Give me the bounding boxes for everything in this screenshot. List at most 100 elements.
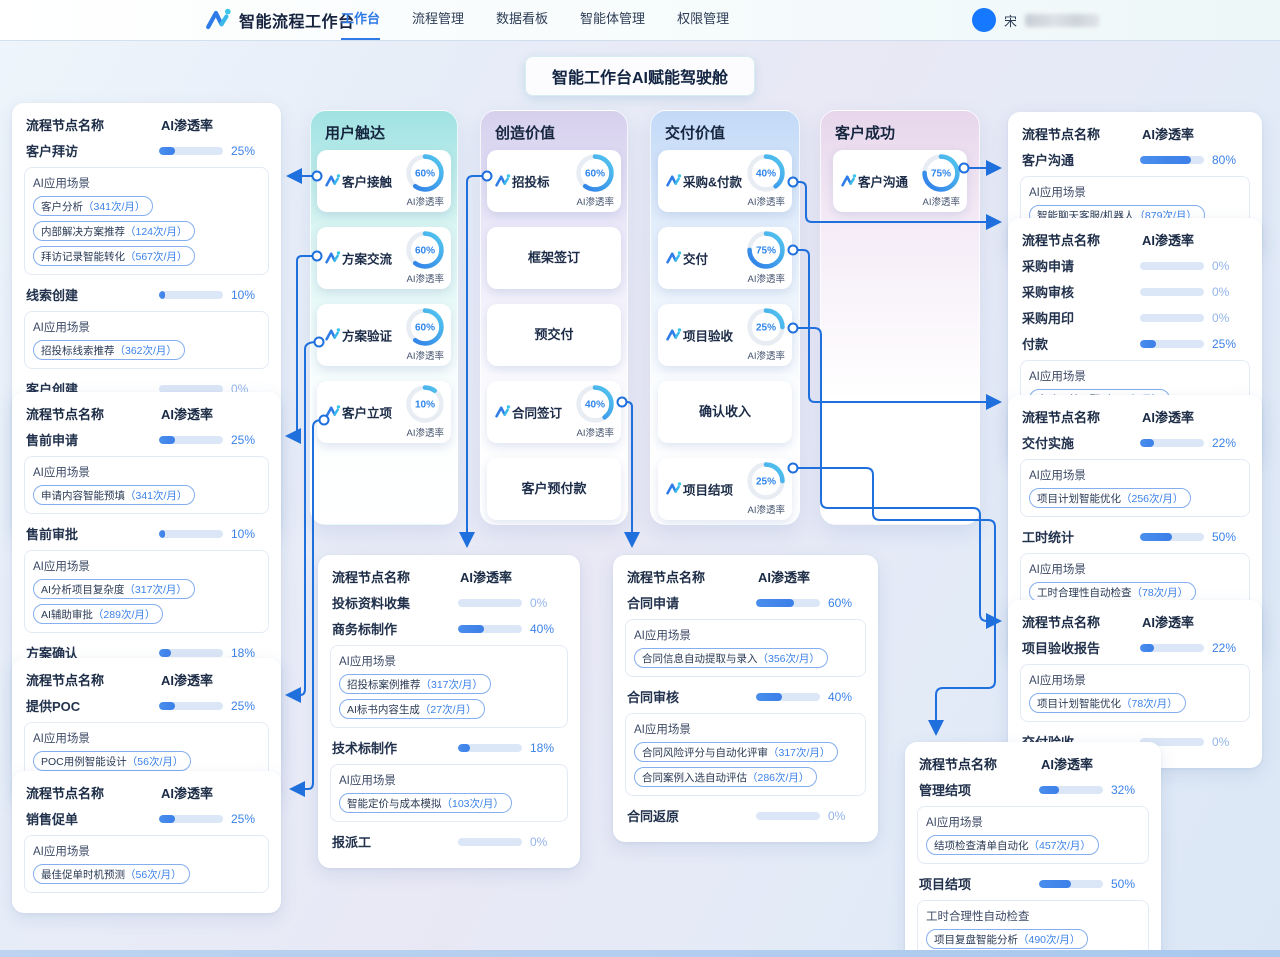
column-title: 用户触达 — [311, 111, 457, 150]
avatar[interactable] — [972, 8, 996, 32]
col-ai-rate: AI渗透率 — [161, 783, 267, 802]
node-name: 提供POC — [26, 696, 159, 715]
flow-node-项目验收[interactable]: 项目验收25%AI渗透率 — [658, 304, 792, 366]
scenario-label: AI应用场景 — [33, 558, 260, 574]
node-name: 技术标制作 — [332, 738, 458, 757]
column-title: 交付价值 — [651, 111, 799, 150]
donut-label: AI渗透率 — [748, 348, 785, 362]
donut-label: AI渗透率 — [748, 502, 785, 516]
progress-bar — [159, 649, 223, 657]
pct-value: 25% — [231, 144, 267, 158]
ai-scenario-tag[interactable]: 项目计划智能优化（78次/月） — [1029, 693, 1186, 713]
nav-item-3[interactable]: 智能体管理 — [580, 0, 645, 40]
ai-scenario-tag[interactable]: AI分析项目复杂度（317次/月） — [33, 579, 195, 599]
donut-gauge: 25% — [745, 460, 787, 502]
pct-value: 22% — [1212, 641, 1248, 655]
ai-scenario-tag[interactable]: 招投标线索推荐（362次/月） — [33, 340, 185, 360]
flow-node-方案交流[interactable]: 方案交流60%AI渗透率 — [317, 227, 451, 289]
process-row-销售促单: 销售促单25% — [26, 809, 267, 828]
ai-scenario-tag[interactable]: AI辅助审批（289次/月） — [33, 604, 163, 624]
col-node-name: 流程节点名称 — [1022, 407, 1142, 426]
card-header: 流程节点名称AI渗透率 — [1022, 124, 1248, 143]
ai-scenario-tag[interactable]: 项目复盘智能分析（490次/月） — [926, 929, 1088, 949]
ai-scenario-tag[interactable]: POC用例智能设计（56次/月） — [33, 751, 191, 771]
ai-scenario-tag[interactable]: 客户分析（341次/月） — [33, 196, 153, 216]
progress-bar — [159, 815, 223, 823]
ai-scenario-tag[interactable]: 合同信息自动提取与录入（356次/月） — [634, 648, 828, 668]
ai-scenario-tag[interactable]: 招投标案例推荐（317次/月） — [339, 674, 491, 694]
page-title: 智能工作台AI赋能驾驶舱 — [525, 56, 755, 96]
pct-value: 25% — [231, 699, 267, 713]
node-name: 合同返原 — [627, 806, 756, 825]
top-nav: 智能流程工作台 工作台流程管理数据看板智能体管理权限管理 宋 — [0, 0, 1280, 40]
pct-value: 0% — [1212, 285, 1248, 299]
process-row-客户拜访: 客户拜访25% — [26, 141, 267, 160]
ai-scenario-tag[interactable]: 合同风险评分与自动化评审（317次/月） — [634, 742, 838, 762]
ai-scenario-tag[interactable]: 申请内容智能预填（341次/月） — [33, 485, 195, 505]
progress-bar — [159, 436, 223, 444]
ai-scenario-tag[interactable]: 内部解决方案推荐（124次/月） — [33, 221, 195, 241]
nav-item-2[interactable]: 数据看板 — [496, 0, 548, 40]
donut-gauge: 25% — [745, 306, 787, 348]
flow-node-客户沟通[interactable]: 客户沟通75%AI渗透率 — [833, 150, 967, 212]
donut-gauge: 60% — [404, 306, 446, 348]
flow-node-框架签订[interactable]: 框架签订 — [487, 227, 621, 289]
flow-node-项目结项[interactable]: 项目结项25%AI渗透率 — [658, 458, 792, 520]
ai-scenario-tag[interactable]: 工时合理性自动检查（78次/月） — [1029, 582, 1196, 602]
ai-scenario-tag[interactable]: 结项检查清单自动化（457次/月） — [926, 835, 1099, 855]
nav-item-4[interactable]: 权限管理 — [677, 0, 729, 40]
scenario-label: AI应用场景 — [339, 653, 559, 669]
flow-node-预交付[interactable]: 预交付 — [487, 304, 621, 366]
progress-bar — [1140, 340, 1204, 348]
col-node-name: 流程节点名称 — [1022, 612, 1142, 631]
ai-scenario-tag[interactable]: 拜访记录智能转化（567次/月） — [33, 246, 195, 266]
progress-bar — [1140, 439, 1204, 447]
donut-label: AI渗透率 — [748, 271, 785, 285]
node-name: 采购&付款 — [683, 172, 742, 191]
card-header: 流程节点名称AI渗透率 — [1022, 230, 1248, 249]
nav-item-1[interactable]: 流程管理 — [412, 0, 464, 40]
pct-value: 0% — [1212, 311, 1248, 325]
ai-scenario-box: AI应用场景结项检查清单自动化（457次/月） — [917, 806, 1149, 864]
ai-scenario-tag[interactable]: 合同案例入选自动评估（286次/月） — [634, 767, 817, 787]
process-row-商务标制作: 商务标制作40% — [332, 619, 566, 638]
pct-value: 0% — [828, 809, 864, 823]
svg-text:25%: 25% — [756, 477, 776, 488]
flow-node-合同签订[interactable]: 合同签订40%AI渗透率 — [487, 381, 621, 443]
donut-gauge: 60% — [574, 152, 616, 194]
flow-node-确认收入[interactable]: 确认收入 — [658, 381, 792, 443]
nav-item-0[interactable]: 工作台 — [341, 0, 380, 40]
brand: 智能流程工作台 — [204, 0, 355, 40]
node-name: 方案交流 — [342, 249, 392, 268]
node-name: 确认收入 — [658, 381, 792, 443]
flow-node-方案验证[interactable]: 方案验证60%AI渗透率 — [317, 304, 451, 366]
col-node-name: 流程节点名称 — [1022, 124, 1142, 143]
pct-value: 0% — [530, 596, 566, 610]
ai-scenario-tag[interactable]: AI标书内容生成（27次/月） — [339, 699, 485, 719]
flow-node-招投标[interactable]: 招投标60%AI渗透率 — [487, 150, 621, 212]
user-box[interactable]: 宋 — [972, 0, 1099, 40]
scenario-label: AI应用场景 — [33, 843, 260, 859]
scenario-label: AI应用场景 — [1029, 561, 1241, 577]
ai-scenario-tag[interactable]: 智能定价与成本模拟（103次/月） — [339, 793, 512, 813]
flow-node-客户预付款[interactable]: 客户预付款 — [487, 458, 621, 520]
col-ai-rate: AI渗透率 — [161, 115, 267, 134]
scenario-label: AI应用场景 — [339, 772, 559, 788]
scenario-label: AI应用场景 — [33, 730, 260, 746]
scenario-label: AI应用场景 — [926, 814, 1140, 830]
progress-bar — [1140, 314, 1204, 322]
flow-node-交付[interactable]: 交付75%AI渗透率 — [658, 227, 792, 289]
column-title: 创造价值 — [481, 111, 627, 150]
flow-node-客户立项[interactable]: 客户立项10%AI渗透率 — [317, 381, 451, 443]
node-name: 商务标制作 — [332, 619, 458, 638]
progress-bar — [1140, 262, 1204, 270]
detail-card-B1: 流程节点名称AI渗透率投标资料收集0%商务标制作40%AI应用场景招投标案例推荐… — [318, 555, 580, 868]
ai-scenario-tag[interactable]: 最佳促单时机预测（56次/月） — [33, 864, 190, 884]
ai-scenario-box: AI应用场景项目计划智能优化（78次/月） — [1020, 664, 1250, 722]
ai-logo-icon — [494, 173, 511, 190]
process-row-采购审核: 采购审核0% — [1022, 282, 1248, 301]
progress-bar — [458, 838, 522, 846]
flow-node-客户接触[interactable]: 客户接触60%AI渗透率 — [317, 150, 451, 212]
flow-node-采购&付款[interactable]: 采购&付款40%AI渗透率 — [658, 150, 792, 212]
ai-scenario-tag[interactable]: 项目计划智能优化（256次/月） — [1029, 488, 1191, 508]
